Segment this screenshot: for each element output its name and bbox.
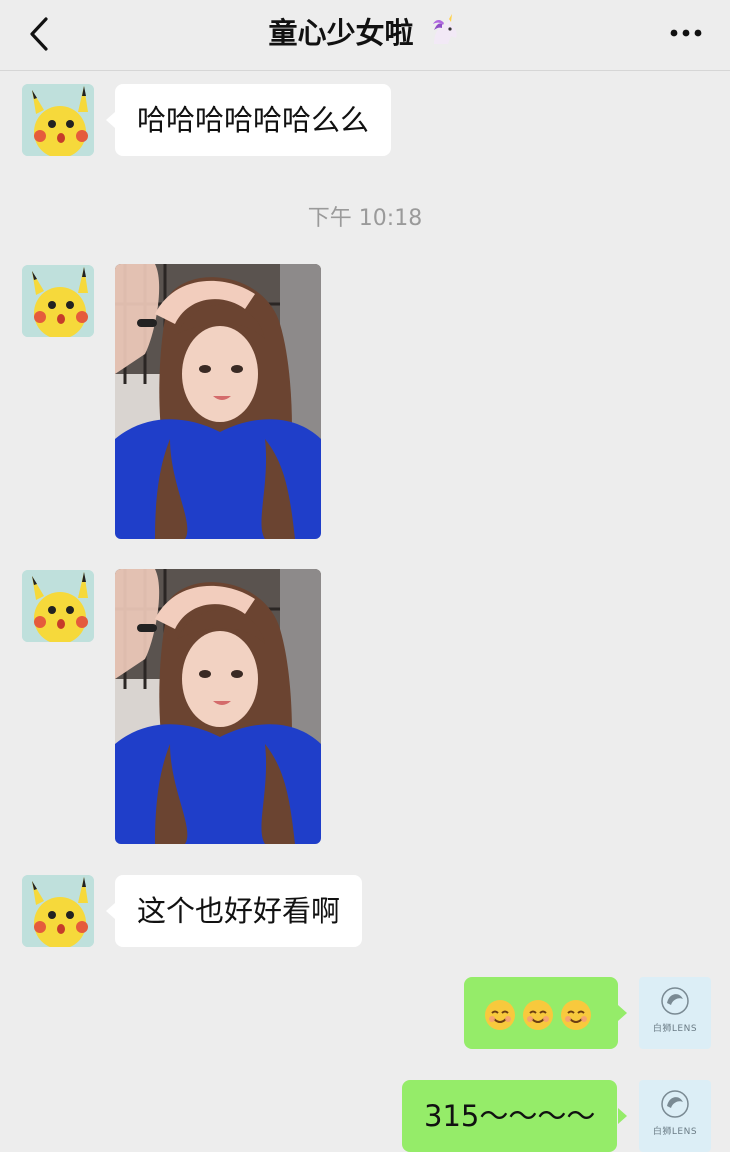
bubble-tail bbox=[106, 112, 115, 128]
more-dots-icon bbox=[670, 29, 702, 37]
more-options-button[interactable] bbox=[664, 18, 708, 48]
lion-logo-icon bbox=[661, 987, 689, 1015]
self-avatar-logo-text: 白狮LENS bbox=[652, 1024, 698, 1034]
smiling-face-emoji bbox=[523, 1000, 553, 1030]
self-avatar[interactable]: 白狮LENS bbox=[639, 1080, 711, 1152]
message-text: 这个也好好看啊 bbox=[137, 894, 341, 928]
contact-avatar[interactable] bbox=[22, 875, 94, 947]
contact-avatar[interactable] bbox=[22, 84, 94, 156]
smiling-face-emoji bbox=[485, 1000, 515, 1030]
selfie-photo bbox=[115, 264, 321, 539]
pikachu-avatar-image bbox=[22, 875, 94, 947]
self-avatar[interactable]: 白狮LENS bbox=[639, 977, 711, 1049]
outgoing-message-bubble[interactable] bbox=[464, 977, 618, 1049]
image-message[interactable] bbox=[115, 264, 321, 539]
unicorn-emoji bbox=[432, 14, 457, 44]
pikachu-avatar-image bbox=[22, 570, 94, 642]
message-text: 哈哈哈哈哈哈么么 bbox=[137, 103, 370, 137]
incoming-message-bubble[interactable]: 哈哈哈哈哈哈么么 bbox=[115, 84, 392, 156]
chat-header: 童心少女啦 bbox=[0, 0, 730, 71]
bubble-tail bbox=[106, 903, 115, 919]
timestamp: 下午 10:18 bbox=[307, 206, 423, 231]
message-text: 315～～～～ bbox=[424, 1099, 596, 1133]
self-avatar-logo-text: 白狮LENS bbox=[652, 1127, 698, 1137]
contact-avatar[interactable] bbox=[22, 570, 94, 642]
outgoing-message-bubble[interactable]: 315～～～～ bbox=[402, 1080, 618, 1152]
lion-logo-icon bbox=[661, 1090, 689, 1118]
image-message[interactable] bbox=[115, 569, 321, 844]
chat-title: 童心少女啦 bbox=[0, 14, 730, 51]
pikachu-avatar-image bbox=[22, 84, 94, 156]
bubble-tail bbox=[618, 1005, 627, 1021]
contact-avatar[interactable] bbox=[22, 265, 94, 337]
bubble-tail bbox=[618, 1108, 627, 1124]
smiling-face-emoji bbox=[561, 1000, 591, 1030]
incoming-message-bubble[interactable]: 这个也好好看啊 bbox=[115, 875, 363, 947]
chat-title-text: 童心少女啦 bbox=[268, 16, 414, 50]
selfie-photo bbox=[115, 569, 321, 844]
pikachu-avatar-image bbox=[22, 265, 94, 337]
